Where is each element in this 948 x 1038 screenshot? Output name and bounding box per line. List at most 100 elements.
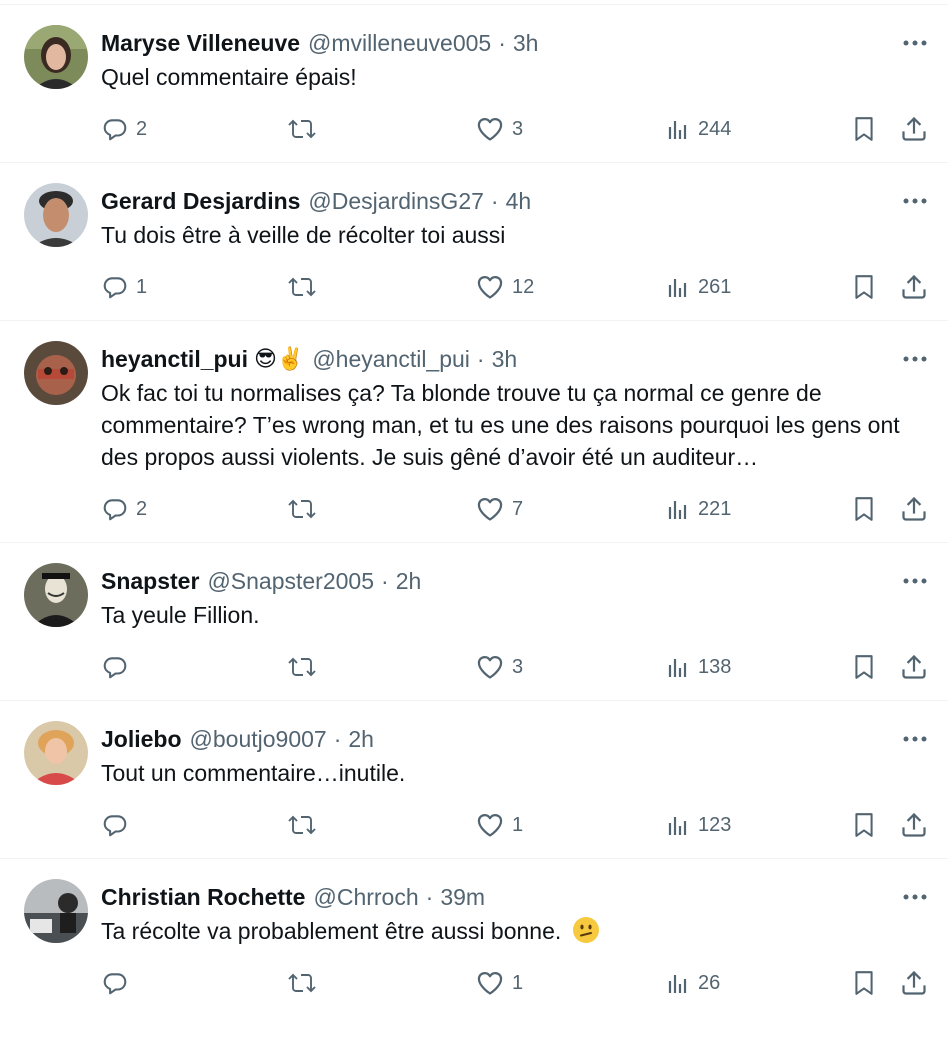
views-count: 244 bbox=[698, 117, 732, 140]
views-button[interactable]: 221 bbox=[666, 491, 731, 527]
timestamp[interactable]: 2h bbox=[348, 721, 374, 757]
reply-button[interactable] bbox=[102, 965, 136, 1001]
more-options-icon[interactable] bbox=[900, 189, 930, 213]
retweet-icon bbox=[288, 277, 316, 297]
reply-tweet[interactable]: Christian Rochette @Chrroch · 39m Ta réc… bbox=[0, 858, 948, 1018]
timestamp[interactable]: 2h bbox=[396, 563, 422, 599]
more-options-icon[interactable] bbox=[900, 727, 930, 751]
retweet-button[interactable] bbox=[287, 807, 325, 843]
user-handle[interactable]: @boutjo9007 bbox=[190, 721, 327, 757]
share-button[interactable] bbox=[900, 649, 928, 685]
more-options-icon[interactable] bbox=[900, 569, 930, 593]
bookmark-button[interactable] bbox=[852, 649, 876, 685]
like-count: 3 bbox=[512, 117, 524, 140]
avatar[interactable] bbox=[24, 563, 88, 627]
heart-icon bbox=[477, 655, 503, 679]
retweet-button[interactable] bbox=[287, 965, 325, 1001]
timestamp[interactable]: 3h bbox=[513, 25, 539, 61]
reply-tweet[interactable]: Joliebo @boutjo9007 · 2h Tout un comment… bbox=[0, 700, 948, 858]
display-name[interactable]: heyanctil_pui bbox=[101, 341, 248, 377]
more-options-icon[interactable] bbox=[900, 31, 930, 55]
views-count: 123 bbox=[698, 813, 732, 836]
user-handle[interactable]: @mvilleneuve005 bbox=[308, 25, 491, 61]
retweet-button[interactable] bbox=[287, 111, 325, 147]
user-handle[interactable]: @DesjardinsG27 bbox=[308, 183, 483, 219]
display-name[interactable]: Maryse Villeneuve bbox=[101, 25, 300, 61]
timestamp[interactable]: 3h bbox=[492, 341, 518, 377]
reply-button[interactable]: 2 bbox=[102, 111, 147, 147]
display-name[interactable]: Joliebo bbox=[101, 721, 182, 757]
views-button[interactable]: 244 bbox=[666, 111, 731, 147]
name-emoji: 😎✌️ bbox=[253, 346, 305, 371]
retweet-icon bbox=[288, 815, 316, 835]
reply-count: 1 bbox=[136, 275, 148, 298]
action-bar: 3 138 bbox=[0, 649, 948, 685]
timestamp[interactable]: 4h bbox=[506, 183, 532, 219]
like-button[interactable]: 7 bbox=[476, 491, 523, 527]
display-name[interactable]: Christian Rochette bbox=[101, 879, 305, 915]
bookmark-button[interactable] bbox=[852, 269, 876, 305]
share-button[interactable] bbox=[900, 965, 928, 1001]
share-button[interactable] bbox=[900, 111, 928, 147]
like-button[interactable]: 1 bbox=[476, 965, 523, 1001]
separator-dot: · bbox=[476, 346, 485, 372]
views-chart-icon bbox=[668, 817, 687, 835]
like-button[interactable]: 3 bbox=[476, 111, 523, 147]
views-button[interactable]: 138 bbox=[666, 649, 731, 685]
like-count: 3 bbox=[512, 655, 524, 678]
share-icon bbox=[902, 654, 926, 679]
timestamp[interactable]: 39m bbox=[440, 879, 485, 915]
reply-tweet[interactable]: heyanctil_pui 😎✌️ @heyanctil_pui · 3h Ok… bbox=[0, 320, 948, 542]
tweet-header: Joliebo @boutjo9007 · 2h bbox=[101, 721, 888, 757]
reply-icon bbox=[103, 499, 127, 521]
reply-icon bbox=[103, 277, 127, 299]
reply-tweet[interactable]: Snapster @Snapster2005 · 2h Ta yeule Fil… bbox=[0, 542, 948, 700]
reply-button[interactable]: 1 bbox=[102, 269, 147, 305]
tweet-text: Ta récolte va probablement être aussi bo… bbox=[101, 918, 562, 944]
views-count: 221 bbox=[698, 497, 732, 520]
like-button[interactable]: 3 bbox=[476, 649, 523, 685]
retweet-button[interactable] bbox=[287, 269, 325, 305]
like-button[interactable]: 12 bbox=[476, 269, 534, 305]
avatar[interactable] bbox=[24, 25, 88, 89]
like-button[interactable]: 1 bbox=[476, 807, 523, 843]
retweet-button[interactable] bbox=[287, 649, 325, 685]
share-button[interactable] bbox=[900, 807, 928, 843]
reply-button[interactable] bbox=[102, 649, 136, 685]
bookmark-icon bbox=[855, 655, 873, 679]
reply-icon bbox=[103, 973, 127, 995]
user-handle[interactable]: @Snapster2005 bbox=[207, 563, 374, 599]
like-count: 1 bbox=[512, 971, 524, 994]
user-handle[interactable]: @heyanctil_pui bbox=[312, 341, 470, 377]
views-count: 138 bbox=[698, 655, 732, 678]
action-bar: 2 3 244 bbox=[0, 111, 948, 147]
bookmark-icon bbox=[855, 813, 873, 837]
share-button[interactable] bbox=[900, 491, 928, 527]
views-button[interactable]: 261 bbox=[666, 269, 731, 305]
views-count: 26 bbox=[698, 971, 721, 994]
reply-button[interactable]: 2 bbox=[102, 491, 147, 527]
bookmark-button[interactable] bbox=[852, 807, 876, 843]
avatar[interactable] bbox=[24, 341, 88, 405]
views-button[interactable]: 123 bbox=[666, 807, 731, 843]
views-button[interactable]: 26 bbox=[666, 965, 720, 1001]
avatar[interactable] bbox=[24, 721, 88, 785]
reply-button[interactable] bbox=[102, 807, 136, 843]
display-name[interactable]: Snapster bbox=[101, 563, 199, 599]
share-button[interactable] bbox=[900, 269, 928, 305]
bookmark-button[interactable] bbox=[852, 111, 876, 147]
avatar[interactable] bbox=[24, 183, 88, 247]
display-name[interactable]: Gerard Desjardins bbox=[101, 183, 300, 219]
more-options-icon[interactable] bbox=[900, 347, 930, 371]
retweet-button[interactable] bbox=[287, 491, 325, 527]
avatar[interactable] bbox=[24, 879, 88, 943]
user-handle[interactable]: @Chrroch bbox=[313, 879, 418, 915]
views-chart-icon bbox=[668, 975, 687, 993]
reply-tweet[interactable]: Maryse Villeneuve @mvilleneuve005 · 3h Q… bbox=[0, 4, 948, 162]
more-options-icon[interactable] bbox=[900, 885, 930, 909]
bookmark-button[interactable] bbox=[852, 965, 876, 1001]
separator-dot: · bbox=[498, 30, 506, 56]
reply-tweet[interactable]: Gerard Desjardins @DesjardinsG27 · 4h Tu… bbox=[0, 162, 948, 320]
bookmark-button[interactable] bbox=[852, 491, 876, 527]
like-count: 12 bbox=[512, 275, 535, 298]
